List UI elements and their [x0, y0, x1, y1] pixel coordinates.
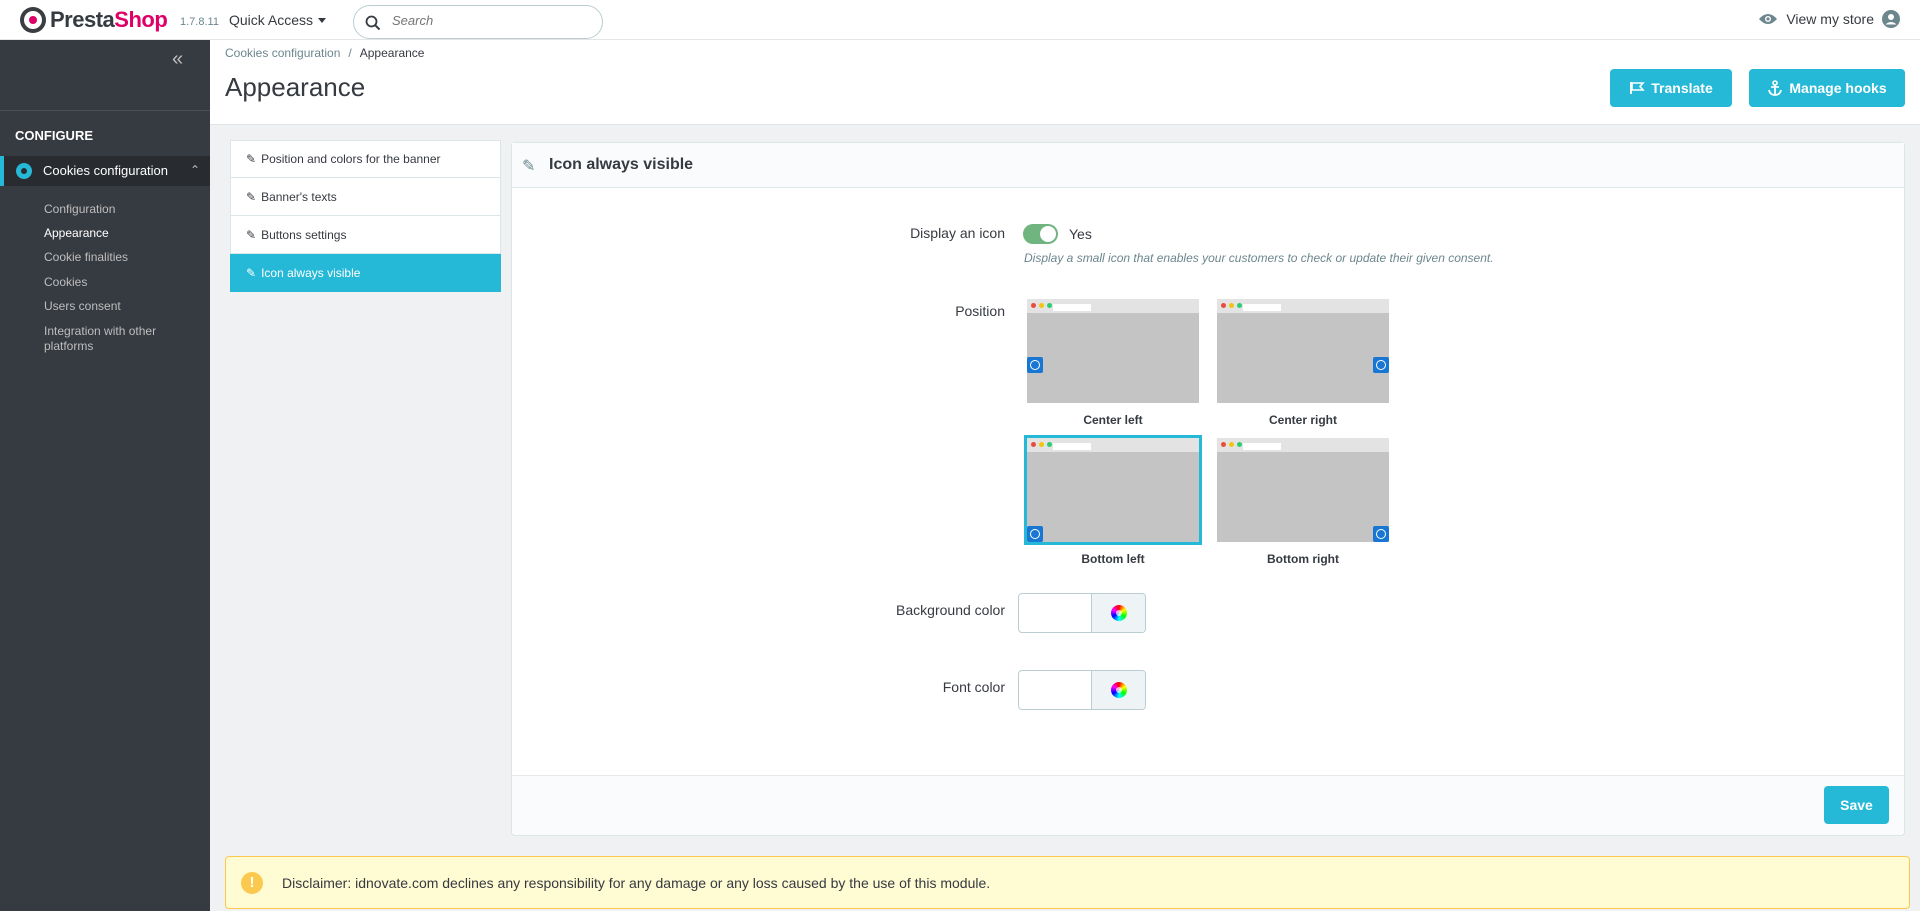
sidebar-divider: [0, 110, 210, 111]
browser-preview: [1024, 435, 1202, 545]
manage-hooks-label: Manage hooks: [1789, 80, 1887, 96]
background-color-input[interactable]: [1018, 593, 1146, 633]
tab-icon-always-visible[interactable]: ✎ Icon always visible: [230, 254, 501, 292]
tab-position-colors[interactable]: ✎ Position and colors for the banner: [230, 140, 501, 178]
position-option-label: Center right: [1268, 413, 1337, 427]
display-icon-toggle[interactable]: [1023, 224, 1058, 244]
color-picker-button[interactable]: [1091, 671, 1145, 709]
tab-banner-texts[interactable]: ✎ Banner's texts: [230, 178, 501, 216]
sidebar: « CONFIGURE Cookies configuration ⌃ Conf…: [0, 40, 210, 911]
breadcrumb: Cookies configuration / Appearance: [225, 46, 424, 60]
sidebar-subitem-configuration[interactable]: Configuration: [44, 202, 194, 217]
tab-label: Banner's texts: [261, 189, 337, 204]
tab-label: Buttons settings: [261, 227, 347, 242]
logo-text-presta: Presta: [50, 7, 115, 32]
disclaimer-alert: ! Disclaimer: idnovate.com declines any …: [225, 856, 1910, 909]
font-color-label: Font color: [942, 679, 1005, 695]
pencil-icon: ✎: [246, 265, 257, 280]
background-color-label: Background color: [896, 602, 1005, 618]
search-icon: [365, 15, 381, 31]
version-label: 1.7.8.11: [180, 16, 219, 28]
view-my-store-label: View my store: [1786, 11, 1874, 27]
position-option-label: Center left: [1083, 413, 1143, 427]
cookie-icon: [1373, 526, 1389, 542]
tab-label: Icon always visible: [261, 265, 361, 280]
appearance-tabs: ✎ Position and colors for the banner ✎ Ban…: [230, 140, 501, 292]
sidebar-item-label: Cookies configuration: [43, 163, 169, 178]
chevron-up-icon: ⌃: [189, 163, 200, 177]
browser-preview: [1217, 299, 1389, 403]
position-option-bottom-left[interactable]: Bottom left: [1024, 435, 1202, 566]
translate-button[interactable]: Translate: [1610, 69, 1732, 107]
tab-label: Position and colors for the banner: [261, 152, 441, 166]
breadcrumb-parent[interactable]: Cookies configuration: [225, 46, 340, 60]
search-box[interactable]: [353, 5, 603, 39]
color-picker-button[interactable]: [1091, 594, 1145, 632]
sidebar-subitem-users-consent[interactable]: Users consent: [44, 299, 194, 314]
user-icon[interactable]: [1882, 10, 1900, 28]
sidebar-item-cookies-configuration[interactable]: Cookies configuration ⌃: [0, 156, 210, 186]
color-wheel-icon: [1111, 605, 1127, 621]
sidebar-subitem-appearance[interactable]: Appearance: [44, 226, 194, 241]
panel-heading: ✎ Icon always visible: [512, 143, 1904, 188]
top-bar: PrestaShop 1.7.8.11 Quick Access View my…: [0, 0, 1920, 40]
breadcrumb-current: Appearance: [359, 46, 425, 60]
cookie-icon: [1373, 357, 1389, 373]
sidebar-section-title: CONFIGURE: [15, 128, 93, 143]
anchor-icon: [1768, 80, 1783, 96]
warning-icon: !: [241, 872, 263, 894]
cookie-icon: [1027, 526, 1043, 542]
display-icon-label: Display an icon: [910, 225, 1005, 241]
disclaimer-text: Disclaimer: idnovate.com declines any re…: [282, 875, 991, 891]
sidebar-subitem-cookie-finalities[interactable]: Cookie finalities: [44, 250, 194, 265]
position-option-label: Bottom left: [1081, 552, 1145, 566]
position-option-label: Bottom right: [1267, 552, 1339, 566]
settings-panel: ✎ Icon always visible Display an icon Ye…: [511, 142, 1905, 836]
sidebar-subitem-integration[interactable]: Integration with other platforms: [44, 324, 194, 354]
search-input[interactable]: [392, 13, 592, 28]
flag-icon: [1630, 82, 1645, 94]
tab-buttons-settings[interactable]: ✎ Buttons settings: [230, 216, 501, 254]
pencil-icon: ✎: [246, 189, 257, 204]
panel-footer: Save: [512, 775, 1904, 835]
manage-hooks-button[interactable]: Manage hooks: [1749, 69, 1905, 107]
position-option-center-right[interactable]: Center right: [1217, 299, 1389, 427]
pencil-icon: ✎: [522, 158, 536, 175]
color-wheel-icon: [1111, 682, 1127, 698]
save-button[interactable]: Save: [1824, 786, 1889, 824]
prestashop-logo-icon: [20, 7, 46, 33]
display-icon-help: Display a small icon that enables your c…: [1024, 251, 1494, 265]
prestashop-logo[interactable]: PrestaShop: [20, 7, 168, 33]
pencil-icon: ✎: [246, 227, 257, 242]
quick-access-label: Quick Access: [229, 12, 314, 28]
panel-title: Icon always visible: [549, 156, 694, 173]
position-option-bottom-right[interactable]: Bottom right: [1217, 438, 1389, 566]
logo-text-shop: Shop: [114, 7, 168, 32]
translate-label: Translate: [1651, 80, 1713, 96]
caret-down-icon: [318, 18, 327, 23]
browser-preview: [1217, 438, 1389, 542]
cookie-icon: [1027, 357, 1043, 373]
sidebar-subitem-cookies[interactable]: Cookies: [44, 275, 194, 290]
breadcrumb-separator: /: [348, 46, 352, 60]
view-my-store-link[interactable]: View my store: [1758, 10, 1900, 28]
pencil-icon: ✎: [246, 152, 257, 166]
font-color-input[interactable]: [1018, 670, 1146, 710]
quick-access-dropdown[interactable]: Quick Access: [229, 12, 327, 28]
display-icon-value: Yes: [1069, 226, 1092, 242]
browser-preview: [1027, 299, 1199, 403]
cookie-icon: [16, 163, 32, 179]
position-option-center-left[interactable]: Center left: [1027, 299, 1199, 427]
position-label: Position: [955, 303, 1005, 319]
collapse-sidebar-icon[interactable]: «: [172, 48, 183, 71]
eye-icon: [1759, 14, 1778, 24]
page-title: Appearance: [225, 72, 366, 102]
